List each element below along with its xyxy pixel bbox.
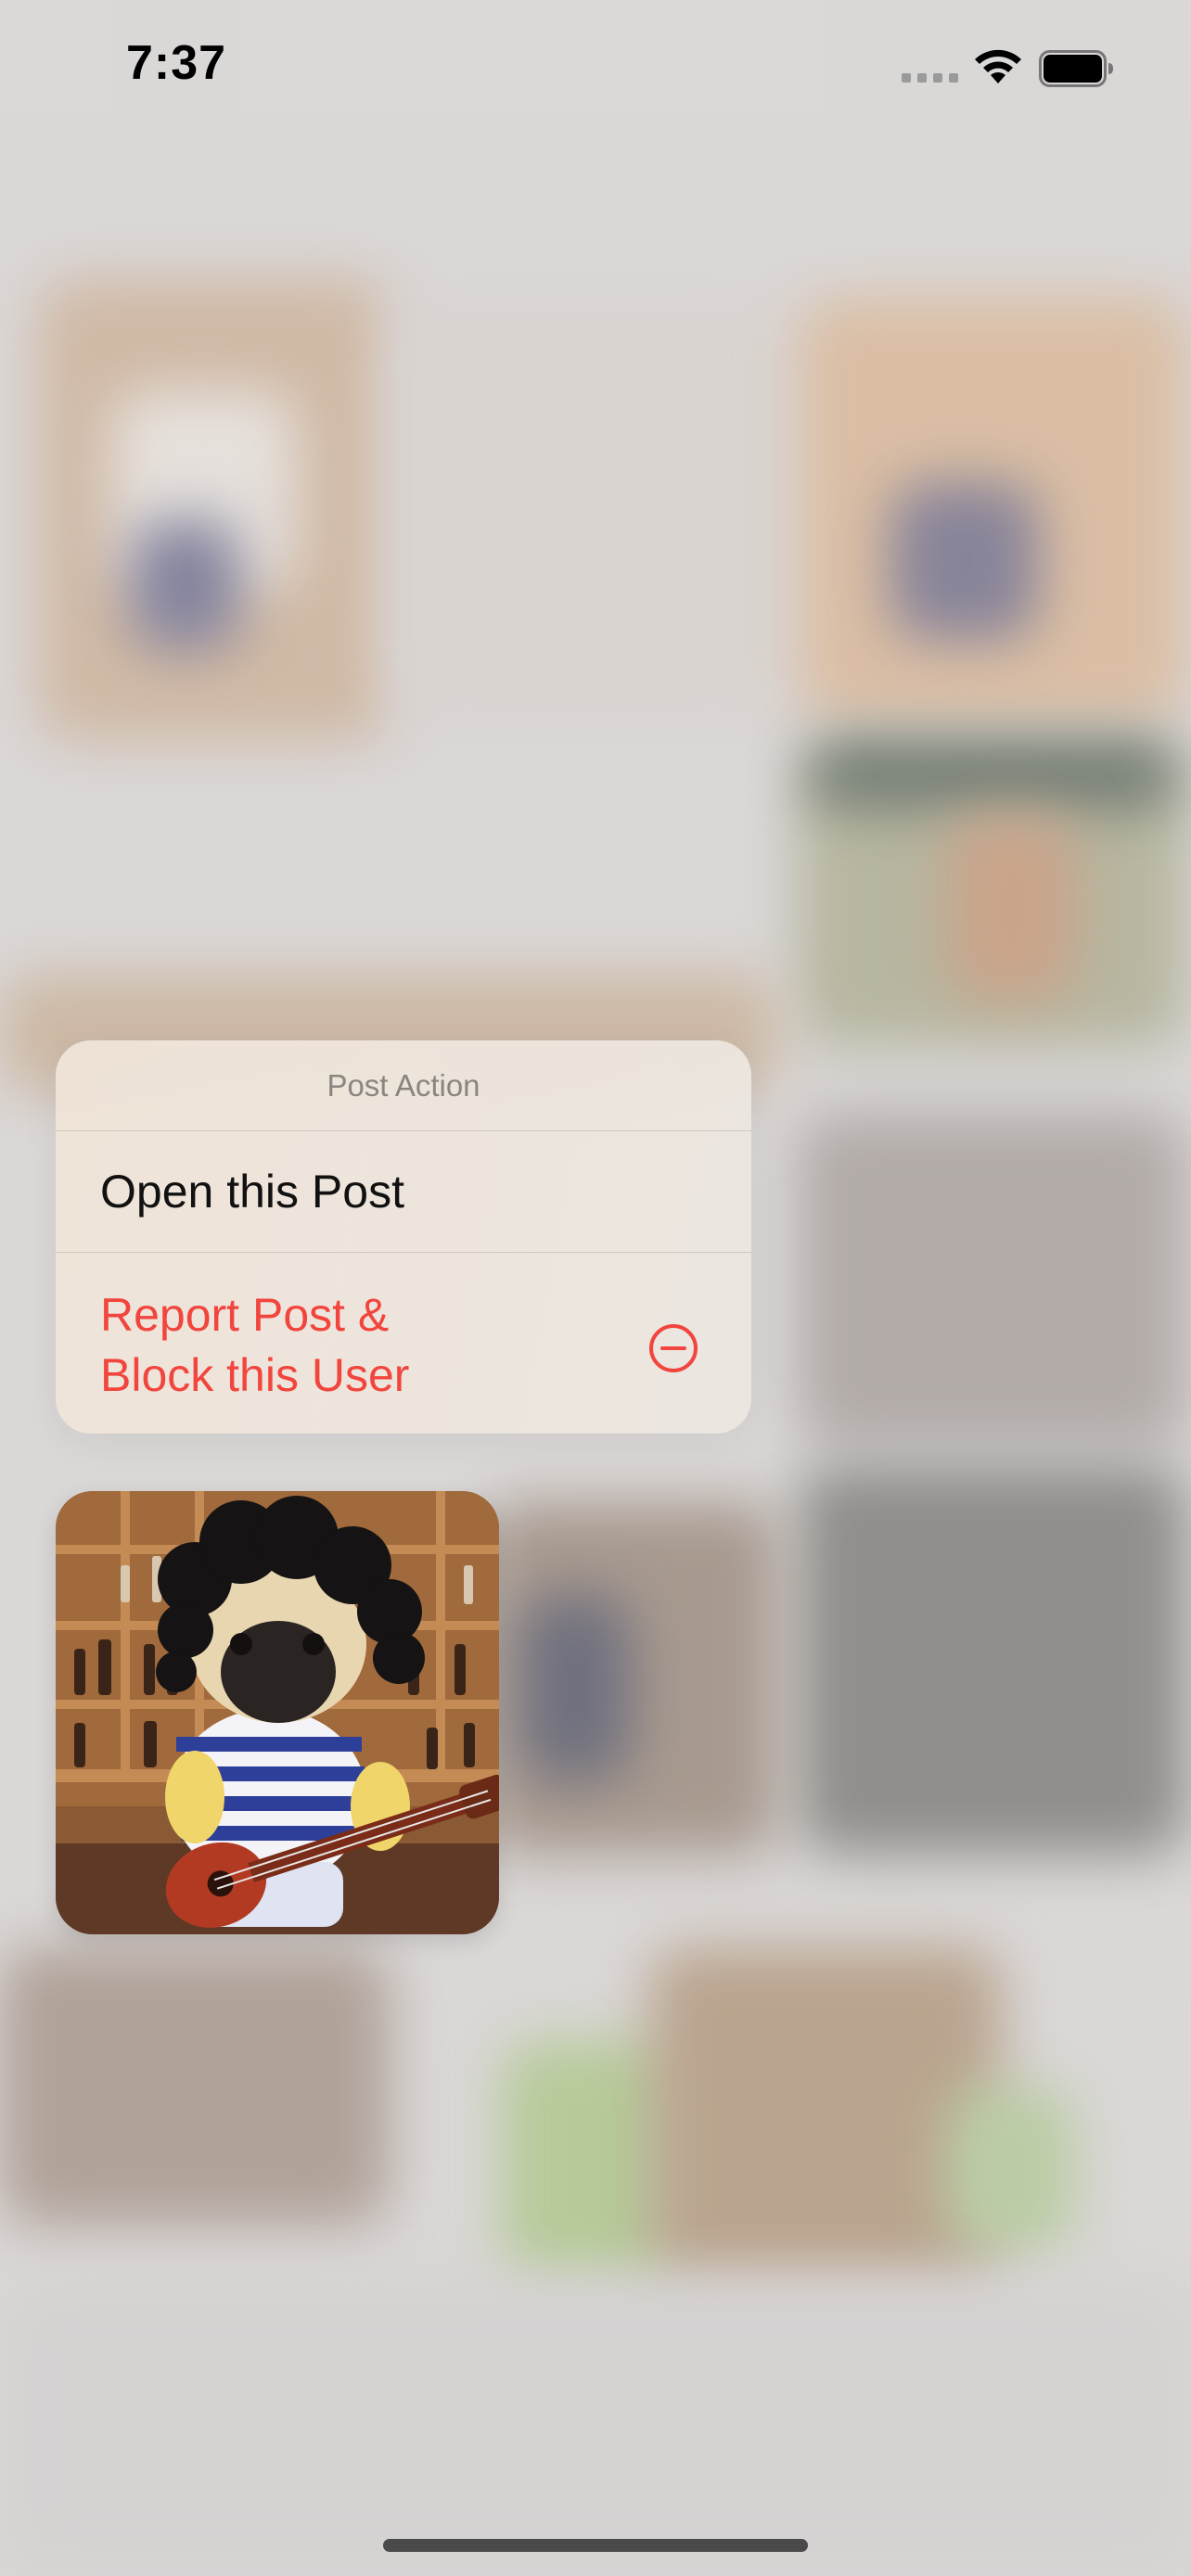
report-label-line1: Report Post & — [100, 1289, 390, 1341]
open-post-menu-item[interactable]: Open this Post — [56, 1131, 751, 1253]
cellular-signal-icon — [902, 73, 958, 83]
pug-guitar-photo — [56, 1491, 499, 1934]
post-preview-image[interactable] — [56, 1491, 499, 1934]
home-indicator[interactable] — [383, 2539, 808, 2552]
status-bar: 7:37 — [0, 0, 1191, 139]
open-post-label: Open this Post — [100, 1166, 404, 1218]
wifi-icon — [975, 49, 1021, 83]
post-action-menu: Post Action Open this Post Report Post &… — [56, 1040, 751, 1434]
report-label-line2: Block this User — [100, 1349, 410, 1401]
minus-circle-icon — [649, 1324, 698, 1372]
status-time: 7:37 — [126, 36, 227, 90]
battery-full-icon — [1039, 50, 1113, 87]
menu-title: Post Action — [56, 1040, 751, 1131]
